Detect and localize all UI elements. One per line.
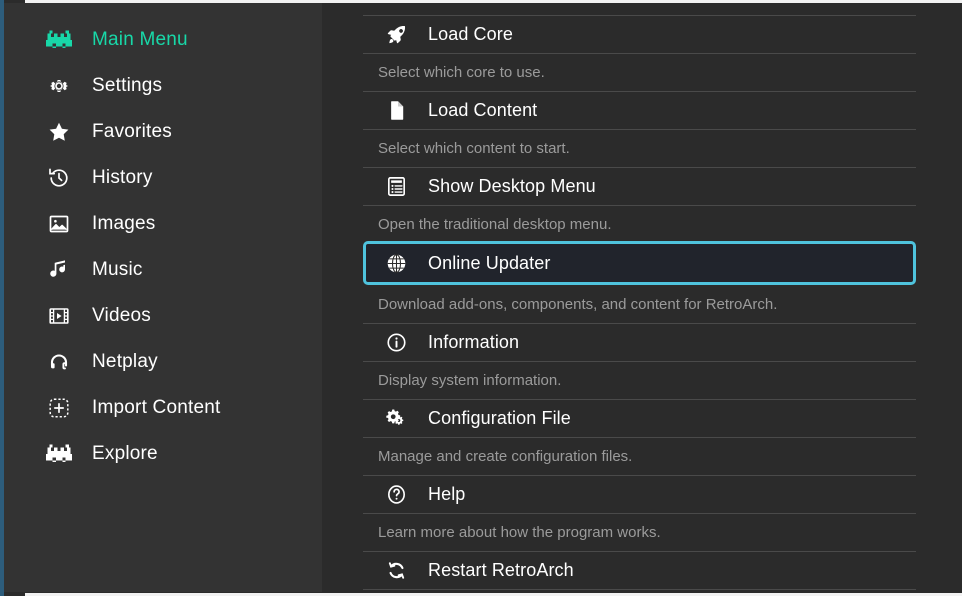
sidebar-item-label: Music xyxy=(92,259,143,280)
menu-item-sublabel-row: Manage and create configuration files. xyxy=(363,437,916,475)
sidebar-item-label: Explore xyxy=(92,443,158,464)
menu-entry: Show Desktop Menu Open the traditional de… xyxy=(363,167,916,243)
menu-item-label: Online Updater xyxy=(428,252,551,273)
menu-item-help[interactable]: Help xyxy=(363,475,916,513)
menu-entry: Configuration File Manage and create conf… xyxy=(363,399,916,475)
star-icon xyxy=(44,117,74,147)
sidebar-item-netplay[interactable]: Netplay xyxy=(4,339,322,385)
rocket-icon xyxy=(383,22,409,48)
menu-item-sublabel-row: Open the traditional desktop menu. xyxy=(363,205,916,243)
sidebar-item-label: Settings xyxy=(92,75,163,96)
menu-item-sublabel: Manage and create configuration files. xyxy=(378,448,633,465)
menu-item-label: Configuration File xyxy=(428,408,571,428)
menu-entry: Load Core Select which core to use. xyxy=(363,15,916,91)
sidebar-item-settings[interactable]: Settings xyxy=(4,63,322,109)
menu-item-label: Show Desktop Menu xyxy=(428,176,596,196)
sidebar-item-main-menu[interactable]: Main Menu xyxy=(4,17,322,63)
menu-entry: Load Content Select which content to star… xyxy=(363,91,916,167)
sidebar-item-label: Netplay xyxy=(92,351,158,372)
menu-item-sublabel-row: Download add-ons, components, and conten… xyxy=(363,285,916,323)
file-icon xyxy=(383,98,409,124)
menu-item-label: Load Content xyxy=(428,100,538,120)
sidebar-item-images[interactable]: Images xyxy=(4,201,322,247)
sidebar-item-label: Import Content xyxy=(92,397,221,418)
sidebar-item-label: History xyxy=(92,167,153,188)
headset-icon xyxy=(44,347,74,377)
gear-icon xyxy=(44,71,74,101)
info-circle-icon xyxy=(383,330,409,356)
music-note-icon xyxy=(44,255,74,285)
sidebar-item-label: Favorites xyxy=(92,121,172,142)
retroarch-ozone-menu: Main Menu Settings Favorites History Images M… xyxy=(0,0,962,596)
sidebar-item-label: Main Menu xyxy=(92,29,188,50)
menu-item-show-desktop-menu[interactable]: Show Desktop Menu xyxy=(363,167,916,205)
film-icon xyxy=(44,301,74,331)
sidebar-item-list: Main Menu Settings Favorites History Images M… xyxy=(4,17,322,477)
main-content-panel: Load Core Select which core to use. Load C… xyxy=(322,3,962,593)
globe-icon xyxy=(383,250,409,276)
plus-dashed-icon xyxy=(44,393,74,423)
menu-item-label: Load Core xyxy=(428,24,513,44)
menu-entry: Information Display system information. xyxy=(363,323,916,399)
menu-item-configuration-file[interactable]: Configuration File xyxy=(363,399,916,437)
sidebar-item-label: Images xyxy=(92,213,156,234)
menu-item-sublabel-row: Display system information. xyxy=(363,361,916,399)
sidebar-item-label: Videos xyxy=(92,305,151,326)
image-icon xyxy=(44,209,74,239)
sidebar-item-videos[interactable]: Videos xyxy=(4,293,322,339)
list-bottom-separator xyxy=(363,589,916,590)
menu-item-sublabel: Learn more about how the program works. xyxy=(378,524,661,541)
menu-item-sublabel-row: Select which core to use. xyxy=(363,53,916,91)
menu-item-label: Information xyxy=(428,332,520,352)
menu-item-load-core[interactable]: Load Core xyxy=(363,15,916,53)
menu-entry: Help Learn more about how the program wor… xyxy=(363,475,916,551)
menu-item-sublabel: Download add-ons, components, and conten… xyxy=(378,295,778,313)
sidebar-item-music[interactable]: Music xyxy=(4,247,322,293)
sidebar-item-import-content[interactable]: Import Content xyxy=(4,385,322,431)
clock-history-icon xyxy=(44,163,74,193)
desktop-list-icon xyxy=(383,174,409,200)
space-invader-icon xyxy=(44,25,74,55)
sidebar: Main Menu Settings Favorites History Images M… xyxy=(4,3,322,592)
question-circle-icon xyxy=(383,482,409,508)
menu-item-load-content[interactable]: Load Content xyxy=(363,91,916,129)
sidebar-item-history[interactable]: History xyxy=(4,155,322,201)
menu-item-sublabel: Select which content to start. xyxy=(378,140,570,157)
restart-icon xyxy=(383,558,409,584)
menu-entry: Online Updater Download add-ons, componen… xyxy=(363,241,916,323)
menu-entry: Restart RetroArch xyxy=(363,551,916,589)
sidebar-item-favorites[interactable]: Favorites xyxy=(4,109,322,155)
sidebar-item-explore[interactable]: Explore xyxy=(4,431,322,477)
menu-item-sublabel: Select which core to use. xyxy=(378,64,545,81)
menu-item-label: Restart RetroArch xyxy=(428,560,574,580)
menu-item-online-updater[interactable]: Online Updater xyxy=(363,241,916,285)
menu-item-sublabel: Display system information. xyxy=(378,372,562,389)
menu-item-sublabel-row: Learn more about how the program works. xyxy=(363,513,916,551)
menu-item-sublabel: Open the traditional desktop menu. xyxy=(378,216,612,233)
menu-item-restart-retroarch[interactable]: Restart RetroArch xyxy=(363,551,916,589)
menu-item-label: Help xyxy=(428,484,466,504)
cogs-icon xyxy=(383,406,409,432)
space-invader-icon xyxy=(44,439,74,469)
menu-entry-list: Load Core Select which core to use. Load C… xyxy=(363,15,916,590)
menu-item-sublabel-row: Select which content to start. xyxy=(363,129,916,167)
menu-item-information[interactable]: Information xyxy=(363,323,916,361)
